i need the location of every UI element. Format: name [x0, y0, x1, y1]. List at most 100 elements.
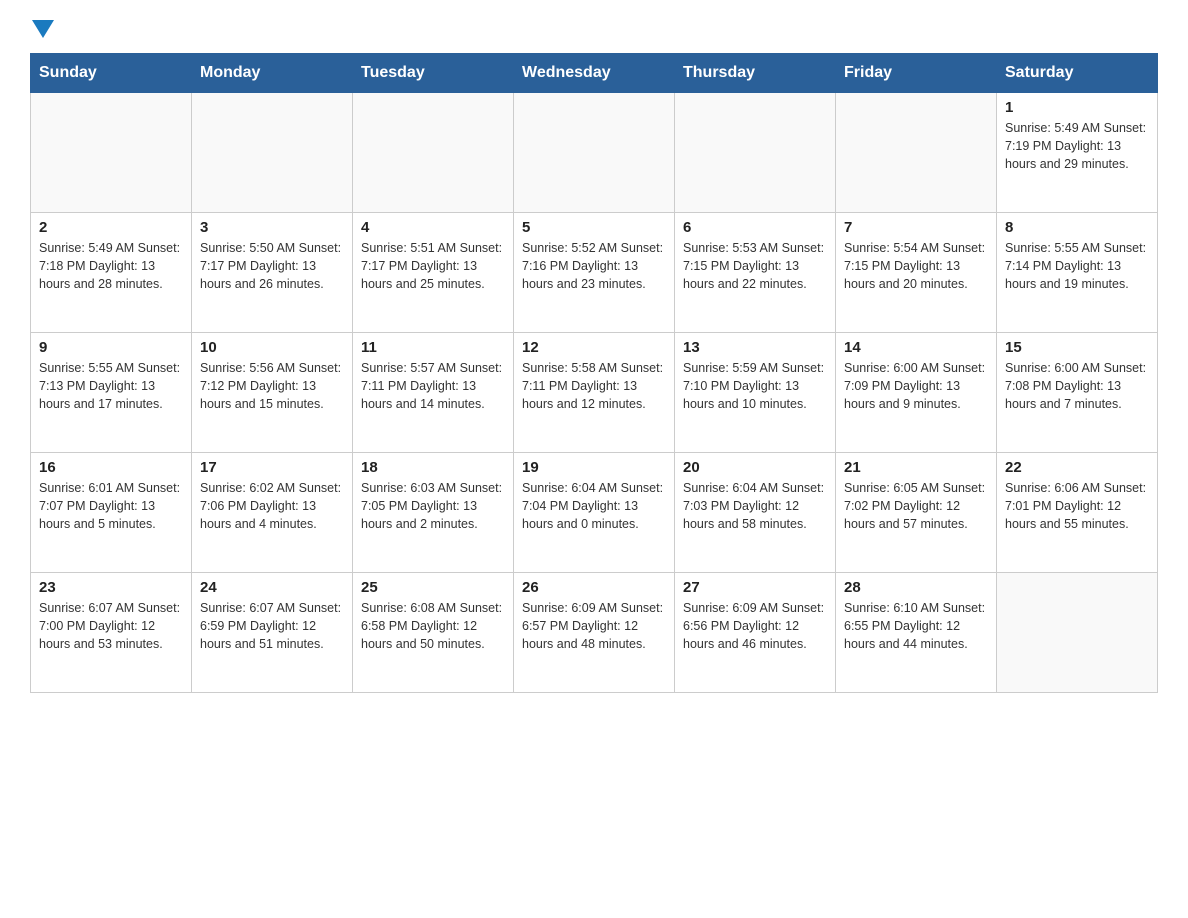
- day-number: 23: [39, 579, 183, 596]
- table-row: 2 Sunrise: 5:49 AM Sunset: 7:18 PM Daylig…: [31, 213, 192, 333]
- logo: [30, 20, 54, 43]
- day-number: 3: [200, 219, 344, 236]
- table-row: 15 Sunrise: 6:00 AM Sunset: 7:08 PM Dayli…: [997, 333, 1158, 453]
- calendar-table: Sunday Monday Tuesday Wednesday Thursday…: [30, 53, 1158, 693]
- day-info: Sunrise: 5:52 AM Sunset: 7:16 PM Dayligh…: [522, 239, 666, 293]
- day-info: Sunrise: 6:07 AM Sunset: 7:00 PM Dayligh…: [39, 599, 183, 653]
- col-wednesday: Wednesday: [514, 54, 675, 93]
- table-row: 1 Sunrise: 5:49 AM Sunset: 7:19 PM Daylig…: [997, 93, 1158, 213]
- day-info: Sunrise: 6:09 AM Sunset: 6:57 PM Dayligh…: [522, 599, 666, 653]
- day-number: 4: [361, 219, 505, 236]
- calendar-week-row: 1 Sunrise: 5:49 AM Sunset: 7:19 PM Daylig…: [31, 93, 1158, 213]
- table-row: 12 Sunrise: 5:58 AM Sunset: 7:11 PM Dayli…: [514, 333, 675, 453]
- day-number: 22: [1005, 459, 1149, 476]
- table-row: 28 Sunrise: 6:10 AM Sunset: 6:55 PM Dayli…: [836, 573, 997, 693]
- day-number: 16: [39, 459, 183, 476]
- day-number: 9: [39, 339, 183, 356]
- table-row: 19 Sunrise: 6:04 AM Sunset: 7:04 PM Dayli…: [514, 453, 675, 573]
- table-row: 23 Sunrise: 6:07 AM Sunset: 7:00 PM Dayli…: [31, 573, 192, 693]
- day-number: 25: [361, 579, 505, 596]
- table-row: 17 Sunrise: 6:02 AM Sunset: 7:06 PM Dayli…: [192, 453, 353, 573]
- col-sunday: Sunday: [31, 54, 192, 93]
- table-row: 24 Sunrise: 6:07 AM Sunset: 6:59 PM Dayli…: [192, 573, 353, 693]
- logo-arrow-icon: [32, 20, 54, 43]
- day-info: Sunrise: 6:05 AM Sunset: 7:02 PM Dayligh…: [844, 479, 988, 533]
- col-saturday: Saturday: [997, 54, 1158, 93]
- calendar-week-row: 2 Sunrise: 5:49 AM Sunset: 7:18 PM Daylig…: [31, 213, 1158, 333]
- table-row: 8 Sunrise: 5:55 AM Sunset: 7:14 PM Daylig…: [997, 213, 1158, 333]
- day-number: 17: [200, 459, 344, 476]
- table-row: 13 Sunrise: 5:59 AM Sunset: 7:10 PM Dayli…: [675, 333, 836, 453]
- table-row: 25Sunrise: 6:08 AM Sunset: 6:58 PM Dayli…: [353, 573, 514, 693]
- day-info: Sunrise: 6:02 AM Sunset: 7:06 PM Dayligh…: [200, 479, 344, 533]
- day-number: 7: [844, 219, 988, 236]
- day-info: Sunrise: 6:00 AM Sunset: 7:08 PM Dayligh…: [1005, 359, 1149, 413]
- day-number: 24: [200, 579, 344, 596]
- table-row: 21 Sunrise: 6:05 AM Sunset: 7:02 PM Dayli…: [836, 453, 997, 573]
- day-number: 20: [683, 459, 827, 476]
- day-info: Sunrise: 5:55 AM Sunset: 7:14 PM Dayligh…: [1005, 239, 1149, 293]
- day-number: 21: [844, 459, 988, 476]
- day-number: 27: [683, 579, 827, 596]
- table-row: 16 Sunrise: 6:01 AM Sunset: 7:07 PM Dayli…: [31, 453, 192, 573]
- calendar-header-row: Sunday Monday Tuesday Wednesday Thursday…: [31, 54, 1158, 93]
- table-row: 26 Sunrise: 6:09 AM Sunset: 6:57 PM Dayli…: [514, 573, 675, 693]
- day-number: 13: [683, 339, 827, 356]
- page-header: [30, 20, 1158, 43]
- table-row: 27Sunrise: 6:09 AM Sunset: 6:56 PM Dayli…: [675, 573, 836, 693]
- day-info: Sunrise: 5:56 AM Sunset: 7:12 PM Dayligh…: [200, 359, 344, 413]
- day-info: Sunrise: 6:01 AM Sunset: 7:07 PM Dayligh…: [39, 479, 183, 533]
- day-info: Sunrise: 6:00 AM Sunset: 7:09 PM Dayligh…: [844, 359, 988, 413]
- table-row: [353, 93, 514, 213]
- day-number: 6: [683, 219, 827, 236]
- table-row: 20 Sunrise: 6:04 AM Sunset: 7:03 PM Dayli…: [675, 453, 836, 573]
- col-monday: Monday: [192, 54, 353, 93]
- day-info: Sunrise: 5:51 AM Sunset: 7:17 PM Dayligh…: [361, 239, 505, 293]
- day-info: Sunrise: 6:07 AM Sunset: 6:59 PM Dayligh…: [200, 599, 344, 653]
- table-row: [192, 93, 353, 213]
- table-row: [675, 93, 836, 213]
- day-info: Sunrise: 5:54 AM Sunset: 7:15 PM Dayligh…: [844, 239, 988, 293]
- day-number: 14: [844, 339, 988, 356]
- day-info: Sunrise: 5:55 AM Sunset: 7:13 PM Dayligh…: [39, 359, 183, 413]
- table-row: 18 Sunrise: 6:03 AM Sunset: 7:05 PM Dayli…: [353, 453, 514, 573]
- day-info: Sunrise: 5:59 AM Sunset: 7:10 PM Dayligh…: [683, 359, 827, 413]
- day-number: 1: [1005, 99, 1149, 116]
- calendar-week-row: 9 Sunrise: 5:55 AM Sunset: 7:13 PM Daylig…: [31, 333, 1158, 453]
- table-row: [514, 93, 675, 213]
- day-info: Sunrise: 6:10 AM Sunset: 6:55 PM Dayligh…: [844, 599, 988, 653]
- table-row: 3Sunrise: 5:50 AM Sunset: 7:17 PM Daylig…: [192, 213, 353, 333]
- table-row: 11Sunrise: 5:57 AM Sunset: 7:11 PM Dayli…: [353, 333, 514, 453]
- col-thursday: Thursday: [675, 54, 836, 93]
- table-row: 4 Sunrise: 5:51 AM Sunset: 7:17 PM Daylig…: [353, 213, 514, 333]
- day-info: Sunrise: 6:06 AM Sunset: 7:01 PM Dayligh…: [1005, 479, 1149, 533]
- day-info: Sunrise: 5:53 AM Sunset: 7:15 PM Dayligh…: [683, 239, 827, 293]
- day-info: Sunrise: 5:49 AM Sunset: 7:18 PM Dayligh…: [39, 239, 183, 293]
- day-info: Sunrise: 5:58 AM Sunset: 7:11 PM Dayligh…: [522, 359, 666, 413]
- day-info: Sunrise: 6:04 AM Sunset: 7:04 PM Dayligh…: [522, 479, 666, 533]
- day-number: 12: [522, 339, 666, 356]
- day-info: Sunrise: 6:04 AM Sunset: 7:03 PM Dayligh…: [683, 479, 827, 533]
- table-row: 6 Sunrise: 5:53 AM Sunset: 7:15 PM Daylig…: [675, 213, 836, 333]
- table-row: [836, 93, 997, 213]
- day-number: 2: [39, 219, 183, 236]
- table-row: [31, 93, 192, 213]
- day-number: 15: [1005, 339, 1149, 356]
- calendar-week-row: 23 Sunrise: 6:07 AM Sunset: 7:00 PM Dayli…: [31, 573, 1158, 693]
- day-number: 8: [1005, 219, 1149, 236]
- day-info: Sunrise: 5:49 AM Sunset: 7:19 PM Dayligh…: [1005, 119, 1149, 173]
- table-row: [997, 573, 1158, 693]
- day-number: 10: [200, 339, 344, 356]
- table-row: 9 Sunrise: 5:55 AM Sunset: 7:13 PM Daylig…: [31, 333, 192, 453]
- day-number: 28: [844, 579, 988, 596]
- day-number: 19: [522, 459, 666, 476]
- day-number: 5: [522, 219, 666, 236]
- col-friday: Friday: [836, 54, 997, 93]
- day-info: Sunrise: 6:03 AM Sunset: 7:05 PM Dayligh…: [361, 479, 505, 533]
- day-number: 26: [522, 579, 666, 596]
- day-number: 18: [361, 459, 505, 476]
- table-row: 22 Sunrise: 6:06 AM Sunset: 7:01 PM Dayli…: [997, 453, 1158, 573]
- table-row: 10 Sunrise: 5:56 AM Sunset: 7:12 PM Dayli…: [192, 333, 353, 453]
- col-tuesday: Tuesday: [353, 54, 514, 93]
- day-info: Sunrise: 5:57 AM Sunset: 7:11 PM Dayligh…: [361, 359, 505, 413]
